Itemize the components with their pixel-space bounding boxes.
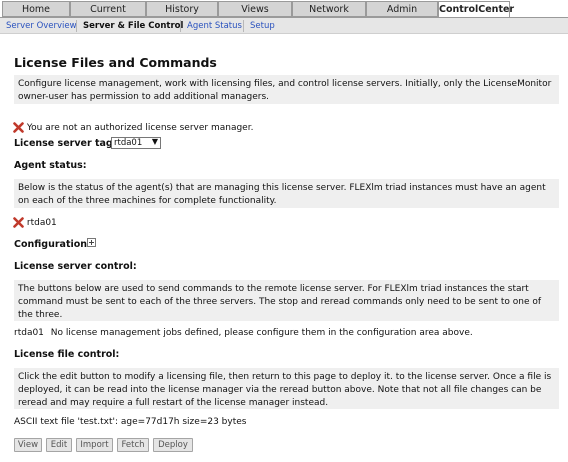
deploy-button[interactable]: Deploy — [153, 438, 193, 452]
page-title: License Files and Commands — [14, 55, 217, 70]
file-control-heading: License file control: — [14, 349, 120, 360]
server-tag-value: rtda01 — [114, 138, 143, 148]
tab-network[interactable]: Network — [292, 1, 366, 17]
file-control-box: Click the edit button to modify a licens… — [14, 368, 559, 409]
expand-plus-icon[interactable] — [87, 238, 96, 247]
intro-box: Configure license management, work with … — [14, 75, 559, 104]
tab-admin[interactable]: Admin — [366, 1, 438, 17]
edit-button[interactable]: Edit — [46, 438, 72, 452]
auth-message-row: You are not an authorized license server… — [13, 122, 253, 133]
agent-status-description: Below is the status of the agent(s) that… — [18, 183, 546, 206]
error-x-icon — [13, 122, 24, 133]
tab-home[interactable]: Home — [2, 1, 70, 17]
sub-navigation: Server Overview Server & File Control Ag… — [0, 17, 568, 34]
server-tag-label: License server tag: — [14, 138, 117, 149]
agent-row: rtda01 — [13, 217, 57, 228]
server-control-box: The buttons below are used to send comma… — [14, 280, 559, 321]
server-jobs-row: rtda01 No license management jobs define… — [14, 328, 473, 338]
tab-current[interactable]: Current — [70, 1, 146, 17]
import-button[interactable]: Import — [76, 438, 113, 452]
subnav-server-file-control[interactable]: Server & File Control — [83, 21, 183, 31]
file-info: ASCII text file 'test.txt': age=77d17h s… — [14, 417, 247, 427]
server-control-description: The buttons below are used to send comma… — [18, 284, 542, 320]
dropdown-arrow-icon: ▼ — [151, 137, 158, 146]
agent-status-box: Below is the status of the agent(s) that… — [14, 179, 559, 208]
file-control-description: Click the edit button to modify a licens… — [18, 372, 552, 408]
jobs-message: No license management jobs defined, plea… — [50, 328, 473, 338]
subnav-setup[interactable]: Setup — [250, 21, 275, 31]
server-control-heading: License server control: — [14, 261, 137, 272]
auth-message: You are not an authorized license server… — [26, 123, 254, 133]
top-tab-bar: Home Current History Views Network Admin… — [0, 0, 568, 18]
subnav-agent-status[interactable]: Agent Status — [187, 21, 242, 31]
configuration-label: Configuration: — [14, 239, 91, 250]
fetch-button[interactable]: Fetch — [117, 438, 149, 452]
agent-status-heading: Agent status: — [14, 160, 87, 171]
subnav-server-overview[interactable]: Server Overview — [6, 21, 77, 31]
tab-history[interactable]: History — [146, 1, 218, 17]
server-tag-select[interactable]: rtda01 ▼ — [111, 137, 161, 149]
intro-text: Configure license management, work with … — [18, 79, 552, 102]
agent-name: rtda01 — [26, 218, 57, 228]
tab-controlcenter[interactable]: ControlCenter — [438, 1, 514, 18]
server-host: rtda01 — [14, 328, 44, 338]
tab-views[interactable]: Views — [218, 1, 292, 17]
view-button[interactable]: View — [14, 438, 42, 452]
agent-error-x-icon — [13, 217, 24, 228]
